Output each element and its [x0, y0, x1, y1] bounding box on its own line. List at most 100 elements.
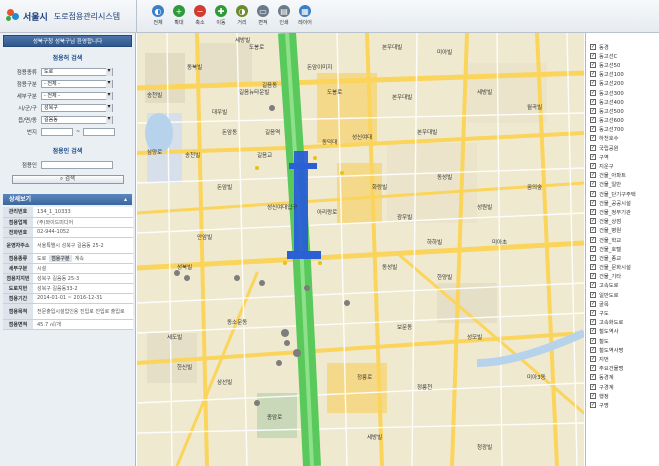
layer-checkbox[interactable]: ✓ — [590, 80, 596, 87]
layer-item[interactable]: ✓ 건물_상점 — [586, 217, 659, 226]
layer-checkbox[interactable]: ✓ — [590, 392, 596, 399]
search-button[interactable]: ⌕ 검색 — [11, 175, 124, 184]
field-select[interactable]: 도로 — [41, 67, 113, 76]
layer-checkbox[interactable]: ✓ — [590, 264, 596, 271]
layer-item[interactable]: ✓ 동경 — [586, 42, 659, 51]
collapse-toggle-icon[interactable]: ▴ — [124, 194, 127, 205]
layer-checkbox[interactable]: ✓ — [590, 383, 596, 390]
layer-item[interactable]: ✓ 건물_단기구주택 — [586, 189, 659, 198]
layer-item[interactable]: ✓ 구경계 — [586, 382, 659, 391]
layer-item[interactable]: ✓ 철도역사명 — [586, 345, 659, 354]
seoul-logo[interactable]: 서울시 도로점용관리시스템 — [5, 8, 120, 24]
layer-checkbox[interactable]: ✓ — [590, 107, 596, 114]
field-select[interactable]: 길음동 — [41, 115, 113, 124]
layer-checkbox[interactable]: ✓ — [590, 172, 596, 179]
detail-panel-header[interactable]: 상세보기 ▴ — [3, 194, 132, 205]
field-select[interactable]: - 전체 - — [41, 91, 113, 100]
person-input[interactable] — [41, 160, 113, 169]
layer-checkbox[interactable]: ✓ — [590, 245, 596, 252]
layer-checkbox[interactable]: ✓ — [590, 273, 596, 280]
layer-item[interactable]: ✓ 일반도로 — [586, 290, 659, 299]
layer-item[interactable]: ✓ 하천호수 — [586, 134, 659, 143]
layer-item[interactable]: ✓ 건물_공공시설 — [586, 198, 659, 207]
layer-item[interactable]: ✓ 건물_정부기관 — [586, 207, 659, 216]
layer-checkbox[interactable]: ✓ — [590, 227, 596, 234]
layer-checkbox[interactable]: ✓ — [590, 337, 596, 344]
layer-item[interactable]: ✓ 골목 — [586, 299, 659, 308]
layer-checkbox[interactable]: ✓ — [590, 310, 596, 317]
layer-item[interactable]: ✓ 건물_아파트 — [586, 171, 659, 180]
layer-checkbox[interactable]: ✓ — [590, 282, 596, 289]
layer-checkbox[interactable]: ✓ — [590, 365, 596, 372]
layer-checkbox[interactable]: ✓ — [590, 117, 596, 124]
bunji-to-input[interactable] — [83, 127, 116, 136]
layer-checkbox[interactable]: ✓ — [590, 319, 596, 326]
layer-item[interactable]: ✓ 구도 — [586, 308, 659, 317]
tool-button[interactable]: ✚ 이동 — [211, 5, 231, 26]
layer-item[interactable]: ✓ 구명 — [586, 400, 659, 409]
layer-checkbox[interactable]: ✓ — [590, 300, 596, 307]
layer-item[interactable]: ✓ 국립공원 — [586, 143, 659, 152]
tool-button[interactable]: ◐ 전체 — [148, 5, 168, 26]
layer-item[interactable]: ✓ 철도 — [586, 336, 659, 345]
field-select[interactable]: - 전체 - — [41, 79, 113, 88]
layer-checkbox[interactable]: ✓ — [590, 291, 596, 298]
tool-button[interactable]: ▭ 면적 — [253, 5, 273, 26]
layer-checkbox[interactable]: ✓ — [590, 71, 596, 78]
tool-button[interactable]: − 축소 — [190, 5, 210, 26]
layer-checkbox[interactable]: ✓ — [590, 346, 596, 353]
layer-checkbox[interactable]: ✓ — [590, 52, 596, 59]
layer-checkbox[interactable]: ✓ — [590, 144, 596, 151]
layer-checkbox[interactable]: ✓ — [590, 218, 596, 225]
layer-item[interactable]: ✓ 행정 — [586, 391, 659, 400]
layer-item[interactable]: ✓ 지번 — [586, 354, 659, 363]
layer-item[interactable]: ✓ 철도역사 — [586, 327, 659, 336]
layer-checkbox[interactable]: ✓ — [590, 401, 596, 408]
layer-item[interactable]: ✓ 건물_기타 — [586, 272, 659, 281]
layer-item[interactable]: ✓ 주요건물명 — [586, 364, 659, 373]
layer-checkbox[interactable]: ✓ — [590, 126, 596, 133]
layer-item[interactable]: ✓ 동경계 — [586, 373, 659, 382]
layer-checkbox[interactable]: ✓ — [590, 208, 596, 215]
layer-checkbox[interactable]: ✓ — [590, 153, 596, 160]
layer-item[interactable]: ✓ 동고선C — [586, 51, 659, 60]
layer-item[interactable]: ✓ 구역 — [586, 152, 659, 161]
layer-item[interactable]: ✓ 건물_병원 — [586, 226, 659, 235]
field-select[interactable]: 성북구 — [41, 103, 113, 112]
layer-checkbox[interactable]: ✓ — [590, 135, 596, 142]
layer-checkbox[interactable]: ✓ — [590, 355, 596, 362]
layer-checkbox[interactable]: ✓ — [590, 236, 596, 243]
tool-button[interactable]: ▦ 레이어 — [295, 5, 315, 26]
layer-item[interactable]: ✓ 고속도로 — [586, 281, 659, 290]
layer-item[interactable]: ✓ 동고선700 — [586, 125, 659, 134]
layer-checkbox[interactable]: ✓ — [590, 43, 596, 50]
layer-checkbox[interactable]: ✓ — [590, 61, 596, 68]
layer-item[interactable]: ✓ 동고선100 — [586, 70, 659, 79]
layer-checkbox[interactable]: ✓ — [590, 199, 596, 206]
layer-checkbox[interactable]: ✓ — [590, 190, 596, 197]
layer-checkbox[interactable]: ✓ — [590, 328, 596, 335]
layer-item[interactable]: ✓ 지운구 — [586, 161, 659, 170]
tool-button[interactable]: ▤ 인쇄 — [274, 5, 294, 26]
layer-item[interactable]: ✓ 동고선600 — [586, 116, 659, 125]
layer-item[interactable]: ✓ 동고선400 — [586, 97, 659, 106]
layer-checkbox[interactable]: ✓ — [590, 98, 596, 105]
layer-item[interactable]: ✓ 건물_학교 — [586, 235, 659, 244]
layer-item[interactable]: ✓ 동고선500 — [586, 106, 659, 115]
map-canvas[interactable]: 세방빌 도봉로 돈암이미지 도봉로 송천빌 동북빌 길음뉴타운빌 길음동 대우빌 돈암동 길음역 삼양… — [137, 33, 584, 466]
tool-button[interactable]: + 확대 — [169, 5, 189, 26]
layer-item[interactable]: ✓ 건물_호텔 — [586, 244, 659, 253]
layer-item[interactable]: ✓ 건물_종교 — [586, 253, 659, 262]
layer-checkbox[interactable]: ✓ — [590, 89, 596, 96]
layer-item[interactable]: ✓ 고속화도로 — [586, 318, 659, 327]
bunji-from-input[interactable] — [41, 127, 73, 136]
layer-checkbox[interactable]: ✓ — [590, 254, 596, 261]
layer-item[interactable]: ✓ 건물_문화시설 — [586, 263, 659, 272]
layer-checkbox[interactable]: ✓ — [590, 374, 596, 381]
tool-button[interactable]: ◑ 거리 — [232, 5, 252, 26]
layer-checkbox[interactable]: ✓ — [590, 181, 596, 188]
layer-checkbox[interactable]: ✓ — [590, 163, 596, 170]
layer-item[interactable]: ✓ 동고선200 — [586, 79, 659, 88]
layer-item[interactable]: ✓ 건물_일반 — [586, 180, 659, 189]
layer-item[interactable]: ✓ 동고선50 — [586, 60, 659, 69]
